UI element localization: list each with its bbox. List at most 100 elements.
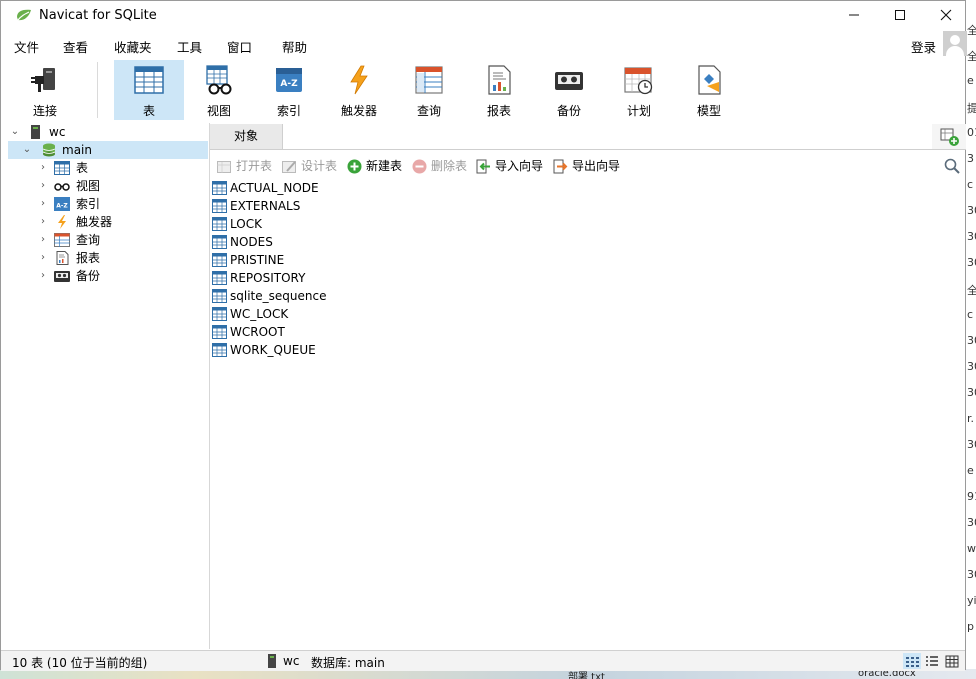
- menu-help[interactable]: 帮助: [282, 37, 307, 56]
- index-az-icon: A-Z: [276, 68, 302, 92]
- chevron-right-icon[interactable]: ›: [38, 231, 48, 249]
- table-list-item[interactable]: WC_LOCK: [212, 305, 962, 323]
- search-icon[interactable]: [944, 158, 960, 174]
- toolbar-table-button[interactable]: 表: [114, 60, 184, 120]
- table-list-item[interactable]: NODES: [212, 233, 962, 251]
- table-list: ACTUAL_NODE EXTERNALS LOCK NODES PRISTINE REP…: [212, 179, 962, 359]
- table-list-item-label: LOCK: [230, 217, 262, 231]
- chevron-right-icon[interactable]: ›: [38, 213, 48, 231]
- table-list-item[interactable]: EXTERNALS: [212, 197, 962, 215]
- toolbar-backup-button[interactable]: 备份: [534, 60, 604, 120]
- chevron-right-icon[interactable]: ›: [38, 267, 48, 285]
- close-button[interactable]: [923, 1, 969, 32]
- table-list-item[interactable]: REPOSITORY: [212, 269, 962, 287]
- table-list-item[interactable]: ACTUAL_NODE: [212, 179, 962, 197]
- open-table-button[interactable]: 打开表: [217, 157, 272, 175]
- list-view-button[interactable]: [903, 653, 921, 669]
- connection-tree: ⌄ wc ⌄ main › 表 › 视图 › A-Z 索引 › 触发器 › 查询…: [8, 123, 210, 649]
- table-icon: [212, 253, 227, 267]
- desktop-text-fragment: c: [967, 178, 974, 191]
- tree-node-triggers[interactable]: › 触发器: [8, 213, 208, 231]
- toolbar-schedule-label: 计划: [626, 104, 651, 118]
- chevron-right-icon[interactable]: ›: [38, 195, 48, 213]
- tab-area: [283, 124, 932, 149]
- remove-icon: [412, 159, 427, 174]
- table-list-item-label: ACTUAL_NODE: [230, 181, 319, 195]
- status-database: 数据库: main: [311, 656, 385, 670]
- tree-node-reports[interactable]: › 报表: [8, 249, 208, 267]
- tree-node-views[interactable]: › 视图: [8, 177, 208, 195]
- menu-view[interactable]: 查看: [63, 37, 88, 56]
- design-table-icon: [282, 161, 296, 173]
- table-icon: [212, 271, 227, 285]
- title-bar[interactable]: Navicat for SQLite: [1, 1, 965, 32]
- table-list-item[interactable]: LOCK: [212, 215, 962, 233]
- toolbar-schedule-button[interactable]: 计划: [604, 60, 674, 120]
- index-az-icon: A-Z: [54, 197, 70, 211]
- toolbar-model-button[interactable]: 模型: [674, 60, 744, 120]
- table-list-item-label: sqlite_sequence: [230, 289, 327, 303]
- delete-table-button[interactable]: 删除表: [412, 157, 467, 175]
- toolbar-query-button[interactable]: 查询: [394, 60, 464, 120]
- export-icon: [553, 159, 568, 174]
- maximize-button[interactable]: [877, 1, 923, 32]
- desktop-text-fragment: 30: [967, 230, 976, 243]
- design-table-button[interactable]: 设计表: [282, 157, 337, 175]
- toolbar-view-button[interactable]: 视图: [184, 60, 254, 120]
- login-link[interactable]: 登录: [911, 37, 936, 56]
- desktop-text-fragment: c: [967, 308, 974, 321]
- menu-favorites[interactable]: 收藏夹: [114, 37, 152, 56]
- desktop-text-fragment: 3: [967, 152, 974, 165]
- chevron-right-icon[interactable]: ›: [38, 177, 48, 195]
- table-list-item[interactable]: PRISTINE: [212, 251, 962, 269]
- menu-window[interactable]: 窗口: [227, 37, 252, 56]
- desktop-text-fragment: 提: [967, 102, 976, 115]
- export-wizard-button[interactable]: 导出向导: [553, 157, 620, 175]
- toolbar-report-button[interactable]: 报表: [464, 60, 534, 120]
- new-table-button[interactable]: 新建表: [347, 157, 402, 175]
- toolbar-trigger-button[interactable]: 触发器: [324, 60, 394, 120]
- table-list-item-label: WORK_QUEUE: [230, 343, 316, 357]
- desktop-text-fragment: e: [967, 464, 974, 477]
- menu-file[interactable]: 文件: [14, 37, 39, 56]
- new-tab-icon[interactable]: [940, 127, 960, 147]
- toolbar-model-label: 模型: [696, 104, 721, 118]
- status-summary: 10 表 (10 位于当前的组): [12, 656, 148, 670]
- detail-view-button[interactable]: [923, 653, 941, 669]
- desktop-text-fragment: yi: [967, 594, 976, 607]
- tree-node-label: 备份: [76, 269, 101, 283]
- database-icon: [42, 143, 56, 157]
- toolbar-connect-button[interactable]: 连接: [10, 60, 80, 120]
- toolbar-index-button[interactable]: A-Z 索引: [254, 60, 324, 120]
- table-list-item-label: PRISTINE: [230, 253, 285, 267]
- desktop-text-fragment: 30: [967, 360, 976, 373]
- import-icon: [476, 159, 490, 174]
- tree-node-indexes[interactable]: › A-Z 索引: [8, 195, 208, 213]
- chevron-down-icon[interactable]: ⌄: [22, 141, 32, 159]
- tree-node-tables[interactable]: › 表: [8, 159, 208, 177]
- table-list-item[interactable]: sqlite_sequence: [212, 287, 962, 305]
- tree-node-queries[interactable]: › 查询: [8, 231, 208, 249]
- svg-text:A-Z: A-Z: [56, 203, 68, 210]
- desktop-text-fragment: 全: [967, 50, 976, 63]
- er-view-button[interactable]: [943, 653, 961, 669]
- table-icon: [212, 289, 227, 303]
- backup-tape-icon: [555, 72, 583, 90]
- table-list-item[interactable]: WORK_QUEUE: [212, 341, 962, 359]
- tree-node-backups[interactable]: › 备份: [8, 267, 208, 285]
- table-list-item[interactable]: WCROOT: [212, 323, 962, 341]
- chevron-down-icon[interactable]: ⌄: [10, 123, 20, 141]
- tab-objects[interactable]: 对象: [210, 124, 283, 149]
- import-wizard-button[interactable]: 导入向导: [476, 157, 543, 175]
- chevron-right-icon[interactable]: ›: [38, 159, 48, 177]
- avatar[interactable]: [943, 31, 967, 56]
- open-table-label: 打开表: [236, 159, 273, 173]
- tree-connection-wc[interactable]: ⌄ wc: [8, 123, 208, 141]
- menu-tools[interactable]: 工具: [177, 37, 202, 56]
- minimize-button[interactable]: [831, 1, 877, 32]
- chevron-right-icon[interactable]: ›: [38, 249, 48, 267]
- tree-node-label: 表: [76, 161, 89, 175]
- plug-icon: [31, 68, 55, 92]
- tree-database-main[interactable]: ⌄ main: [8, 141, 208, 159]
- navicat-logo-icon: [17, 9, 31, 21]
